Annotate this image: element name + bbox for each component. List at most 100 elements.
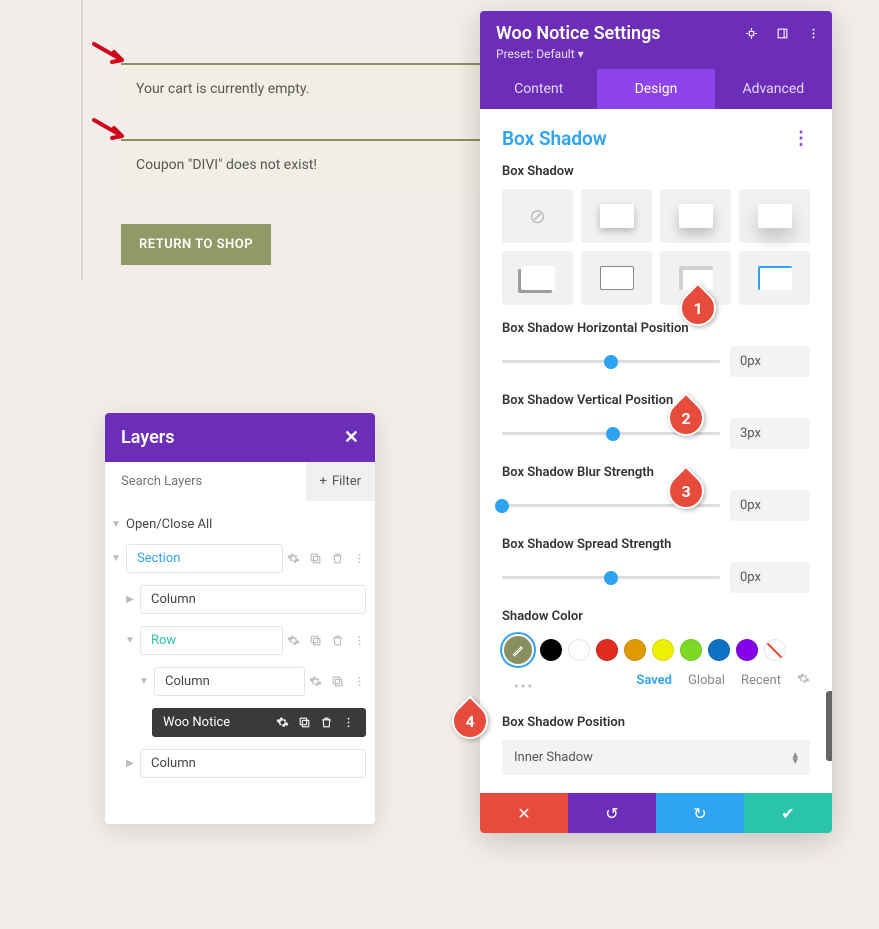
color-swatch-purple[interactable] — [736, 639, 758, 661]
plus-icon: + — [320, 474, 327, 489]
shadow-preset-5[interactable] — [581, 251, 652, 305]
spread-label: Box Shadow Spread Strength — [502, 537, 810, 552]
color-palette-tabs: Saved Global Recent — [636, 672, 810, 689]
settings-panel: Woo Notice Settings Preset: Default ▾ Co… — [480, 11, 832, 833]
duplicate-icon[interactable] — [309, 552, 322, 565]
color-swatches — [502, 634, 810, 666]
duplicate-icon[interactable] — [309, 634, 322, 647]
caret-down-icon[interactable]: ▼ — [138, 676, 150, 687]
shadow-preset-none[interactable]: ⊘ — [502, 189, 573, 243]
expand-icon[interactable] — [776, 27, 789, 40]
trash-icon[interactable] — [320, 716, 333, 729]
page-divider — [81, 0, 83, 280]
blur-slider[interactable] — [502, 504, 720, 507]
more-icon[interactable] — [353, 552, 366, 565]
spread-slider[interactable] — [502, 576, 720, 579]
caret-down-icon[interactable]: ▼ — [110, 553, 122, 564]
slider-thumb[interactable] — [604, 571, 618, 585]
color-tab-recent[interactable]: Recent — [741, 673, 781, 688]
layers-panel: Layers ✕ +Filter ▼ Open/Close All ▼ Sect… — [105, 413, 375, 824]
horiz-slider[interactable] — [502, 360, 720, 363]
position-label: Box Shadow Position — [502, 715, 810, 730]
slider-thumb[interactable] — [606, 427, 620, 441]
layer-row[interactable]: ▼ Row — [110, 620, 370, 661]
cancel-button[interactable]: ✕ — [480, 793, 568, 833]
color-swatch-red[interactable] — [596, 639, 618, 661]
more-icon[interactable] — [807, 27, 820, 40]
gear-icon[interactable] — [287, 634, 300, 647]
shadow-preset-4[interactable] — [502, 251, 573, 305]
gear-icon[interactable] — [276, 716, 289, 729]
color-swatch-yellow[interactable] — [652, 639, 674, 661]
preset-dropdown[interactable]: Preset: Default ▾ — [496, 47, 816, 61]
color-swatch-orange[interactable] — [624, 639, 646, 661]
tab-content[interactable]: Content — [480, 69, 597, 109]
gear-icon[interactable] — [797, 672, 810, 689]
section-more-icon[interactable]: ⋮ — [792, 128, 810, 149]
filter-button[interactable]: +Filter — [306, 462, 375, 501]
color-tab-global[interactable]: Global — [688, 673, 725, 688]
box-shadow-label: Box Shadow — [502, 164, 810, 179]
open-close-all[interactable]: ▼ Open/Close All — [110, 511, 370, 538]
horiz-label: Box Shadow Horizontal Position — [502, 321, 810, 336]
shadow-preset-1[interactable] — [581, 189, 652, 243]
color-swatch-white[interactable] — [568, 639, 590, 661]
gear-icon[interactable] — [309, 675, 322, 688]
search-layers-input[interactable] — [105, 462, 306, 501]
trash-icon[interactable] — [331, 634, 344, 647]
color-swatch-active[interactable] — [502, 634, 534, 666]
color-tab-saved[interactable]: Saved — [636, 673, 672, 688]
duplicate-icon[interactable] — [331, 675, 344, 688]
tab-design[interactable]: Design — [597, 69, 714, 109]
shadow-preset-2[interactable] — [660, 189, 731, 243]
shadow-preset-7[interactable] — [739, 251, 810, 305]
spread-value-input[interactable]: 0px — [730, 562, 810, 593]
settings-footer: ✕ ↺ ↻ ✔ — [480, 793, 832, 833]
layer-column[interactable]: ▶ Column — [110, 579, 370, 620]
shadow-preset-grid: ⊘ — [502, 189, 810, 305]
gear-icon[interactable] — [287, 552, 300, 565]
slider-thumb[interactable] — [604, 355, 618, 369]
save-button[interactable]: ✔ — [744, 793, 832, 833]
more-icon[interactable] — [353, 675, 366, 688]
layers-header: Layers ✕ — [105, 413, 375, 462]
duplicate-icon[interactable] — [298, 716, 311, 729]
scrollbar[interactable] — [826, 691, 832, 761]
layer-column[interactable]: ▶ Column — [110, 743, 370, 784]
settings-header: Woo Notice Settings Preset: Default ▾ — [480, 11, 832, 69]
vert-value-input[interactable]: 3px — [730, 418, 810, 449]
section-title[interactable]: Box Shadow — [502, 127, 607, 150]
shadow-preset-6[interactable] — [660, 251, 731, 305]
blur-label: Box Shadow Blur Strength — [502, 465, 810, 480]
blur-value-input[interactable]: 0px — [730, 490, 810, 521]
layer-section[interactable]: ▼ Section — [110, 538, 370, 579]
chevron-down-icon: ▾ — [578, 47, 584, 61]
caret-right-icon[interactable]: ▶ — [124, 758, 136, 769]
color-swatch-black[interactable] — [540, 639, 562, 661]
settings-tabs: Content Design Advanced — [480, 69, 832, 109]
trash-icon[interactable] — [331, 552, 344, 565]
undo-button[interactable]: ↺ — [568, 793, 656, 833]
horiz-value-input[interactable]: 0px — [730, 346, 810, 377]
layer-column[interactable]: ▼ Column — [110, 661, 370, 702]
eyedropper-icon — [511, 643, 525, 657]
more-icon[interactable] — [342, 716, 355, 729]
more-colors-icon[interactable]: ••• — [514, 679, 534, 695]
return-to-shop-button[interactable]: RETURN TO SHOP — [121, 224, 271, 265]
position-select[interactable]: Inner Shadow ▴▾ — [502, 740, 810, 775]
vert-slider[interactable] — [502, 432, 720, 435]
color-swatch-green[interactable] — [680, 639, 702, 661]
close-icon[interactable]: ✕ — [344, 427, 359, 448]
tab-advanced[interactable]: Advanced — [715, 69, 832, 109]
layer-woo-notice[interactable]: Woo Notice — [110, 702, 370, 743]
shadow-preset-3[interactable] — [739, 189, 810, 243]
more-icon[interactable] — [353, 634, 366, 647]
redo-button[interactable]: ↻ — [656, 793, 744, 833]
caret-down-icon[interactable]: ▼ — [124, 635, 136, 646]
color-swatch-none[interactable] — [764, 639, 786, 661]
snap-icon[interactable] — [745, 27, 758, 40]
slider-thumb[interactable] — [495, 499, 509, 513]
caret-right-icon[interactable]: ▶ — [124, 594, 136, 605]
vert-label: Box Shadow Vertical Position — [502, 393, 810, 408]
color-swatch-blue[interactable] — [708, 639, 730, 661]
